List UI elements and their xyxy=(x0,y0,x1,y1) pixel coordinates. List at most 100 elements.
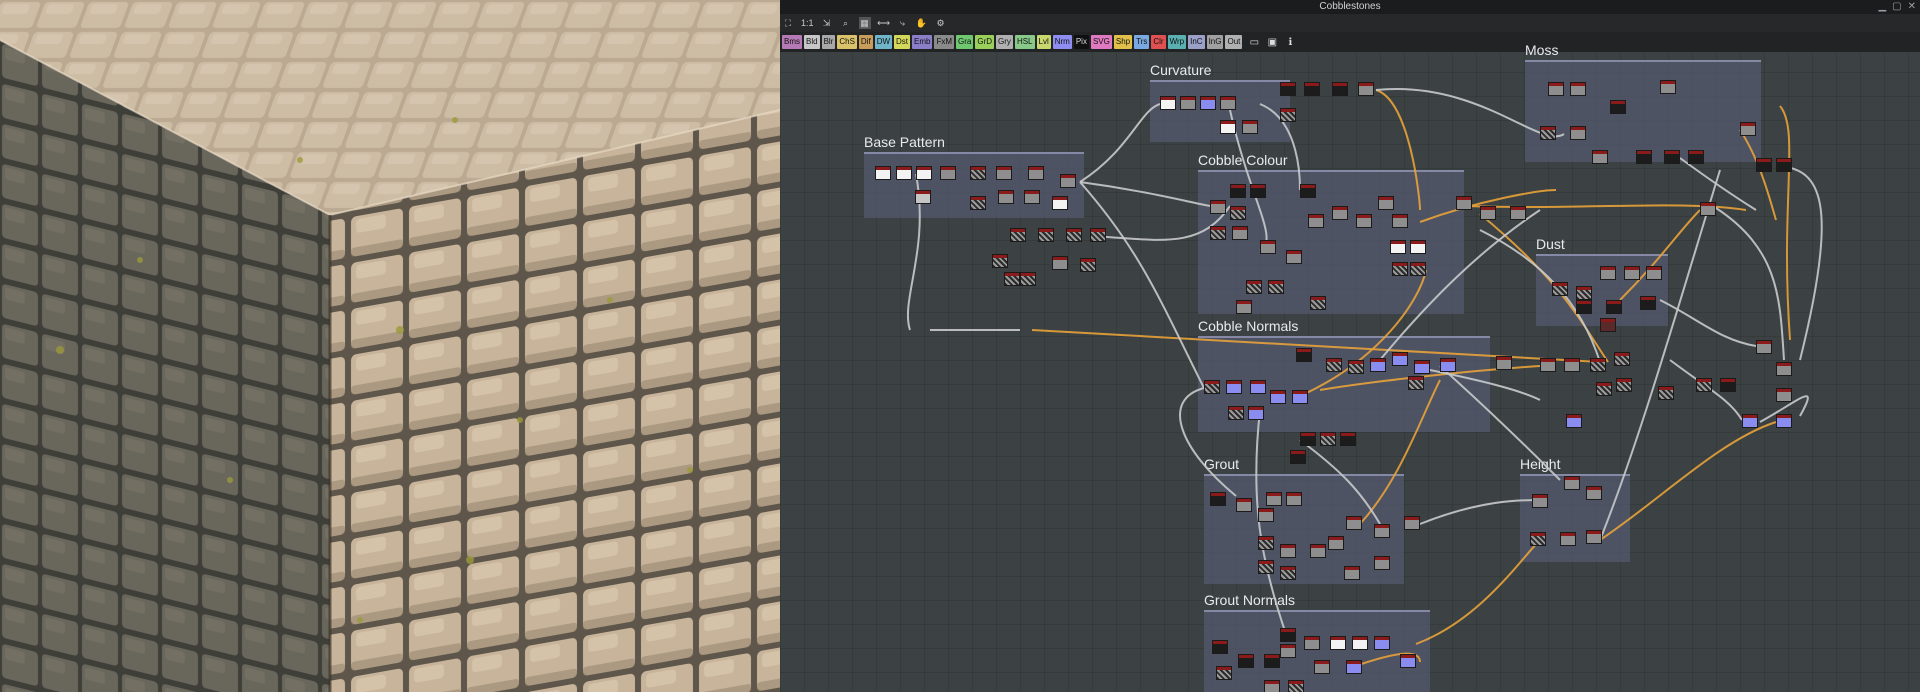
graph-node[interactable] xyxy=(1720,378,1736,392)
graph-node[interactable] xyxy=(875,166,891,180)
graph-node[interactable] xyxy=(1232,226,1248,240)
graph-node[interactable] xyxy=(1332,82,1348,96)
graph-node[interactable] xyxy=(1242,120,1258,134)
graph-node[interactable] xyxy=(896,166,912,180)
graph-node[interactable] xyxy=(1688,150,1704,164)
graph-node[interactable] xyxy=(1576,286,1592,300)
graph-node[interactable] xyxy=(1280,644,1296,658)
graph-node[interactable] xyxy=(1370,358,1386,372)
graph-node[interactable] xyxy=(1258,560,1274,574)
graph-node[interactable] xyxy=(1210,200,1226,214)
graph-node[interactable] xyxy=(1310,544,1326,558)
graph-node[interactable] xyxy=(1658,386,1674,400)
graph-node[interactable] xyxy=(1540,126,1556,140)
graph-node[interactable] xyxy=(1230,206,1246,220)
graph-node[interactable] xyxy=(1610,100,1626,114)
graph-node[interactable] xyxy=(1378,196,1394,210)
graph-node[interactable] xyxy=(1270,390,1286,404)
graph-node[interactable] xyxy=(1390,240,1406,254)
graph-node[interactable] xyxy=(1250,184,1266,198)
graph-node[interactable] xyxy=(1314,660,1330,674)
graph-node[interactable] xyxy=(1280,82,1296,96)
graph-node[interactable] xyxy=(1296,348,1312,362)
graph-node[interactable] xyxy=(1090,228,1106,242)
graph-node[interactable] xyxy=(1230,184,1246,198)
graph-node[interactable] xyxy=(1204,380,1220,394)
graph-node[interactable] xyxy=(1020,272,1036,286)
graph-node[interactable] xyxy=(1060,174,1076,188)
graph-node[interactable] xyxy=(1614,352,1630,366)
graph-node[interactable] xyxy=(1280,544,1296,558)
graph-node[interactable] xyxy=(1300,184,1316,198)
graph-node[interactable] xyxy=(1776,362,1792,376)
graph-node[interactable] xyxy=(970,196,986,210)
graph-node[interactable] xyxy=(1570,82,1586,96)
graph-node[interactable] xyxy=(1326,358,1342,372)
graph-node[interactable] xyxy=(1220,96,1236,110)
graph-node[interactable] xyxy=(1606,300,1622,314)
graph-node[interactable] xyxy=(1248,406,1264,420)
graph-node[interactable] xyxy=(1374,524,1390,538)
graph-node[interactable] xyxy=(1596,382,1612,396)
graph-node[interactable] xyxy=(1010,228,1026,242)
graph-node[interactable] xyxy=(1286,492,1302,506)
graph-node[interactable] xyxy=(1246,280,1262,294)
graph-node[interactable] xyxy=(1304,636,1320,650)
graph-node[interactable] xyxy=(1410,240,1426,254)
graph-node[interactable] xyxy=(1560,532,1576,546)
graph-node[interactable] xyxy=(1066,228,1082,242)
graph-node[interactable] xyxy=(1226,380,1242,394)
graph-node[interactable] xyxy=(1776,388,1792,402)
graph-node[interactable] xyxy=(1258,508,1274,522)
graph-node[interactable] xyxy=(1564,358,1580,372)
graph-node[interactable] xyxy=(1238,654,1254,668)
graph-node[interactable] xyxy=(1456,196,1472,210)
graph-node[interactable] xyxy=(1212,640,1228,654)
graph-node[interactable] xyxy=(1216,666,1232,680)
graph-node[interactable] xyxy=(940,166,956,180)
graph-node[interactable] xyxy=(1180,96,1196,110)
graph-node[interactable] xyxy=(1290,450,1306,464)
graph-node[interactable] xyxy=(1268,280,1284,294)
graph-node[interactable] xyxy=(1280,108,1296,122)
graph-node[interactable] xyxy=(1400,654,1416,668)
graph-node[interactable] xyxy=(1260,240,1276,254)
graph-node[interactable] xyxy=(1332,206,1348,220)
graph-node[interactable] xyxy=(1292,390,1308,404)
graph-node[interactable] xyxy=(1300,432,1316,446)
graph-node[interactable] xyxy=(1776,414,1792,428)
graph-node[interactable] xyxy=(1392,352,1408,366)
graph-node[interactable] xyxy=(992,254,1008,268)
graph-node[interactable] xyxy=(1586,530,1602,544)
graph-node[interactable] xyxy=(1330,636,1346,650)
graph-node[interactable] xyxy=(1236,498,1252,512)
graph-node[interactable] xyxy=(1344,566,1360,580)
graph-node[interactable] xyxy=(1024,190,1040,204)
graph-node[interactable] xyxy=(1304,82,1320,96)
graph-node[interactable] xyxy=(1392,262,1408,276)
graph-node[interactable] xyxy=(1004,272,1020,286)
graph-node[interactable] xyxy=(1348,360,1364,374)
graph-node[interactable] xyxy=(1532,494,1548,508)
graph-node[interactable] xyxy=(1340,432,1356,446)
graph-node[interactable] xyxy=(1636,150,1652,164)
graph-node[interactable] xyxy=(1210,492,1226,506)
graph-node[interactable] xyxy=(1496,356,1512,370)
graph-node[interactable] xyxy=(1404,516,1420,530)
graph-node[interactable] xyxy=(1264,680,1280,692)
graph-node[interactable] xyxy=(1052,256,1068,270)
graph-node[interactable] xyxy=(1038,228,1054,242)
graph-node[interactable] xyxy=(1346,660,1362,674)
graph-node[interactable] xyxy=(1740,122,1756,136)
graph-node[interactable] xyxy=(1696,378,1712,392)
graph-node[interactable] xyxy=(998,190,1014,204)
graph-node[interactable] xyxy=(1742,414,1758,428)
graph-node[interactable] xyxy=(1530,532,1546,546)
graph-node[interactable] xyxy=(1756,340,1772,354)
graph-node[interactable] xyxy=(1320,432,1336,446)
graph-node[interactable] xyxy=(1756,158,1772,172)
graph-node[interactable] xyxy=(1286,250,1302,264)
graph-node[interactable] xyxy=(1566,414,1582,428)
graph-node[interactable] xyxy=(1258,536,1274,550)
graph-node[interactable] xyxy=(1570,126,1586,140)
